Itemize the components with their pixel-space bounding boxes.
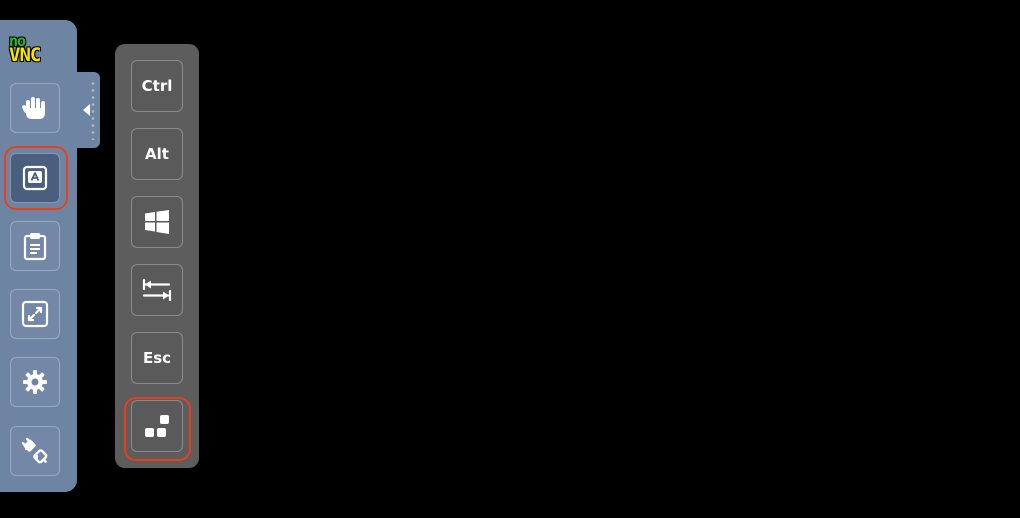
control-bar-handle[interactable] [77,72,100,148]
novnc-logo: no VNC [9,34,65,68]
windows-key-button[interactable] [131,196,183,248]
extra-keys-button[interactable] [10,153,60,203]
drag-button[interactable] [10,83,60,133]
esc-key-button[interactable]: Esc [131,332,183,384]
handle-grip [91,80,95,140]
alt-key-button[interactable]: Alt [131,128,183,180]
clipboard-icon [23,233,47,261]
settings-button[interactable] [10,357,60,407]
keyboard-key-a-icon [22,165,48,191]
ctrl-alt-del-button[interactable] [131,400,183,452]
gear-icon [23,370,47,394]
vnc-viewer: no VNC Ctrl Alt Esc [0,0,1020,518]
hand-icon [22,97,45,119]
tab-key-button[interactable] [131,264,183,316]
fullscreen-button[interactable] [10,289,60,339]
tab-icon [142,278,172,302]
disconnect-plug-icon [21,437,48,464]
fullscreen-icon [21,300,49,328]
ctrl-alt-del-icon [145,415,169,437]
chevron-left-icon [83,104,90,116]
ctrl-key-button[interactable]: Ctrl [131,60,183,112]
extra-keys-panel: Ctrl Alt Esc [115,44,199,468]
windows-icon [145,210,169,234]
control-bar: no VNC [0,20,77,492]
clipboard-button[interactable] [10,221,60,271]
disconnect-button[interactable] [10,426,60,476]
logo-vnc: VNC [9,44,41,66]
